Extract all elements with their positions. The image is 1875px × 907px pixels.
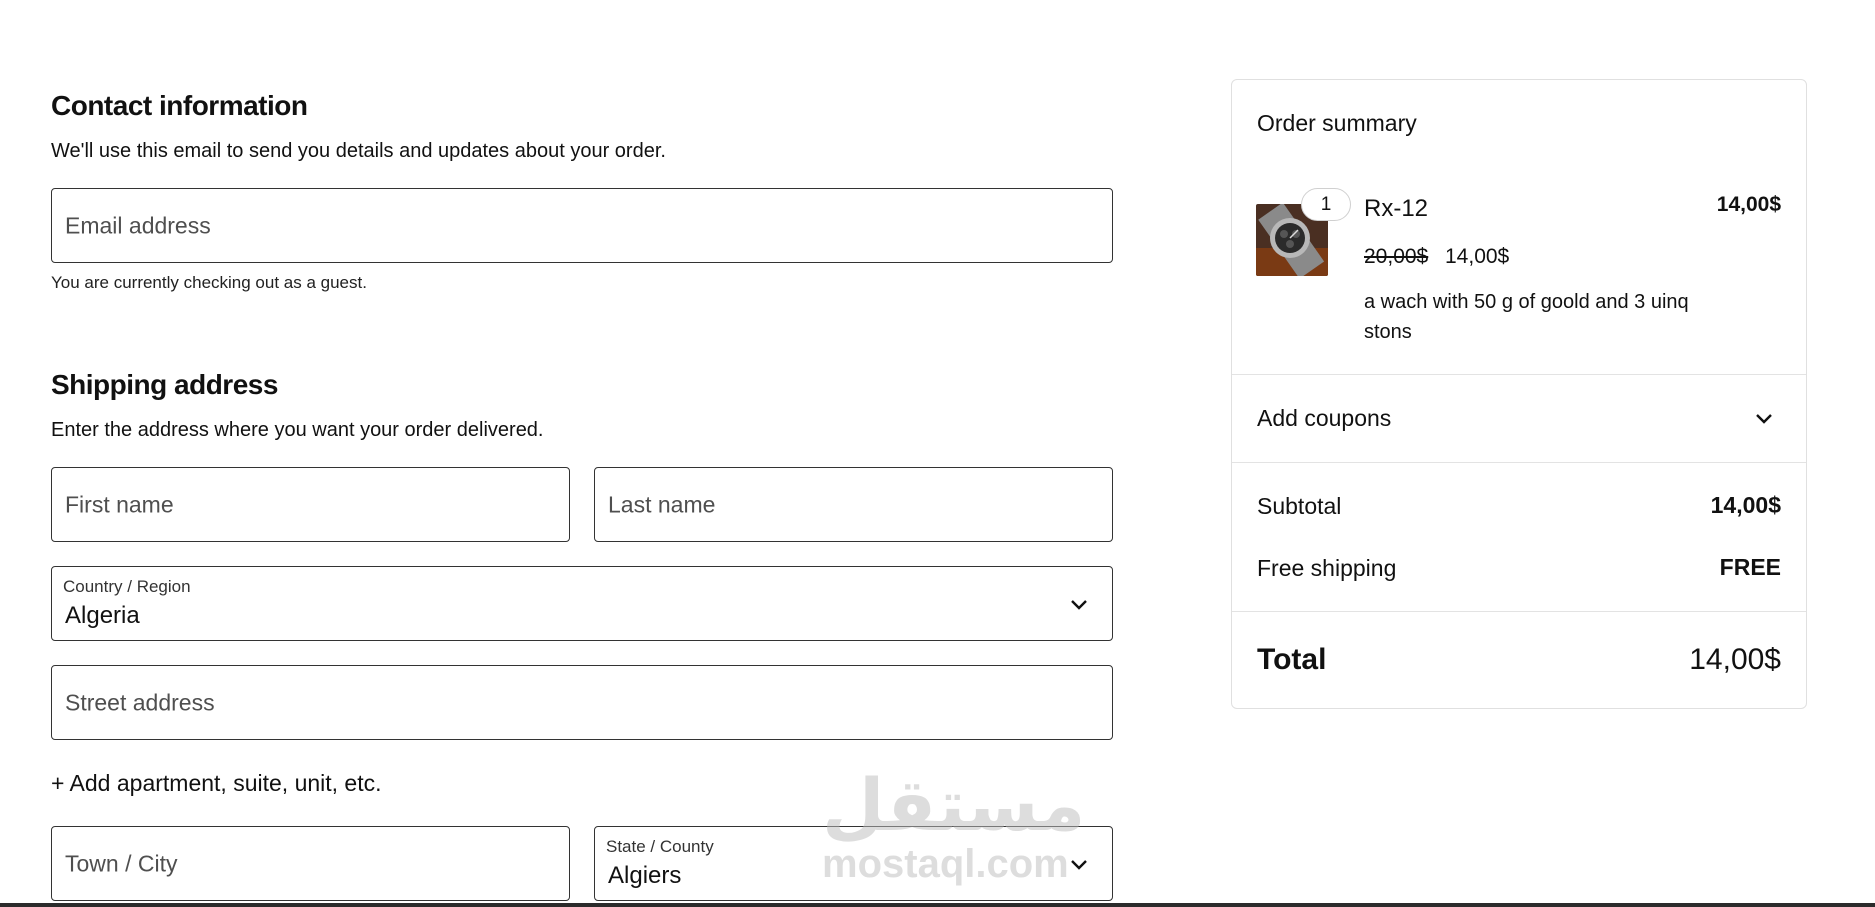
state-label: State / County bbox=[606, 837, 714, 856]
quantity-badge: 1 bbox=[1301, 188, 1351, 221]
add-coupons-label: Add coupons bbox=[1257, 405, 1392, 431]
shipping-value: FREE bbox=[1719, 554, 1781, 580]
contact-subtitle: We'll use this email to send you details… bbox=[51, 140, 666, 162]
guest-note: You are currently checking out as a gues… bbox=[51, 273, 367, 292]
product-line-total: 14,00$ bbox=[1716, 193, 1781, 216]
country-select[interactable]: Country / Region Algeria bbox=[51, 566, 1113, 641]
total-value: 14,00$ bbox=[1689, 643, 1781, 676]
first-name-placeholder: First name bbox=[65, 491, 174, 517]
chevron-down-icon bbox=[1071, 859, 1087, 870]
country-value: Algeria bbox=[65, 602, 140, 629]
contact-title: Contact information bbox=[51, 90, 308, 121]
shipping-label: Free shipping bbox=[1257, 555, 1397, 581]
product-description: a wach with 50 g of goold and 3 uinq sto… bbox=[1364, 291, 1689, 343]
country-label: Country / Region bbox=[63, 577, 191, 596]
shipping-subtitle: Enter the address where you want your or… bbox=[51, 419, 544, 441]
email-field[interactable]: Email address bbox=[51, 188, 1113, 263]
divider bbox=[1232, 462, 1806, 463]
email-placeholder: Email address bbox=[65, 212, 211, 238]
chevron-down-icon bbox=[1756, 414, 1772, 424]
add-apartment-link[interactable]: + Add apartment, suite, unit, etc. bbox=[51, 770, 382, 797]
total-label: Total bbox=[1257, 643, 1327, 676]
city-placeholder: Town / City bbox=[65, 850, 178, 876]
product-sale-price: 14,00$ bbox=[1445, 245, 1510, 268]
product-original-price: 20,00$ bbox=[1364, 245, 1429, 268]
city-field[interactable]: Town / City bbox=[51, 826, 570, 901]
street-address-field[interactable]: Street address bbox=[51, 665, 1113, 740]
watermark-arabic: مستقل bbox=[822, 766, 1086, 846]
last-name-placeholder: Last name bbox=[608, 491, 716, 517]
bottom-edge-bar bbox=[0, 903, 1875, 907]
watermark-latin: mostaql.com bbox=[822, 842, 1069, 886]
shipping-title: Shipping address bbox=[51, 369, 278, 400]
subtotal-label: Subtotal bbox=[1257, 493, 1342, 519]
add-coupons-toggle[interactable]: Add coupons bbox=[1232, 375, 1806, 462]
last-name-field[interactable]: Last name bbox=[594, 467, 1113, 542]
divider bbox=[1232, 611, 1806, 612]
first-name-field[interactable]: First name bbox=[51, 467, 570, 542]
product-name: Rx-12 bbox=[1364, 195, 1429, 222]
state-value: Algiers bbox=[608, 862, 682, 889]
order-summary-title: Order summary bbox=[1257, 110, 1417, 136]
chevron-down-icon bbox=[1071, 599, 1087, 610]
subtotal-value: 14,00$ bbox=[1710, 492, 1781, 518]
street-placeholder: Street address bbox=[65, 689, 215, 715]
